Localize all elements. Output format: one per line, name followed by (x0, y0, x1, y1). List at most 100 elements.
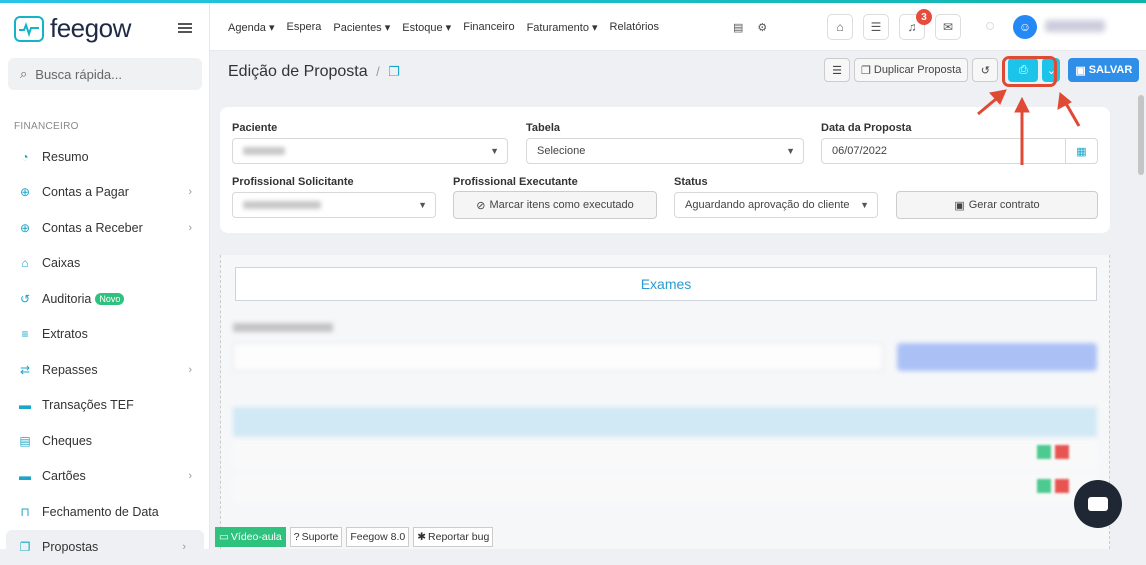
status-value: Aguardando aprovação do cliente (685, 199, 850, 211)
card-icon: ▬ (18, 398, 32, 412)
chevron-right-icon: › (188, 364, 192, 376)
version-text: Feegow 8.0 (350, 531, 405, 543)
duplicate-label: Duplicar Proposta (874, 64, 961, 76)
blurred-red-action (1055, 479, 1069, 493)
paciente-value-blurred (243, 147, 285, 155)
database-icon[interactable]: ▤ (733, 21, 743, 34)
sidebar-item-label: Contas a Receber (42, 221, 143, 235)
nav-item-2[interactable]: Pacientes ▾ (333, 21, 390, 34)
settings-icon[interactable]: ⚙ (757, 21, 767, 34)
duplicate-proposal-button[interactable]: ❐Duplicar Proposta (854, 58, 968, 82)
status-select[interactable]: Aguardando aprovação do cliente ▼ (674, 192, 878, 218)
list-button[interactable]: ☰ (824, 58, 850, 82)
sidebar-item-label: Resumo (42, 150, 89, 164)
sidebar-item-contas-a-receber[interactable]: ⊕Contas a Receber› (0, 210, 210, 246)
sidebar-item-repasses[interactable]: ⇄Repasses› (0, 352, 210, 388)
sidebar-item-fechamento-de-data[interactable]: ⊓ Fechamento de Data (0, 494, 210, 530)
user-avatar[interactable]: ☺ (1013, 15, 1037, 39)
check-circle-icon: ⊘ (476, 199, 485, 212)
history-icon: ↺ (981, 64, 990, 77)
cheque-icon: ▤ (18, 434, 32, 448)
report-bug-button[interactable]: ✱Reportar bug (413, 527, 493, 547)
prof-solicitante-select[interactable]: ▼ (232, 192, 436, 218)
chat-icon[interactable]: ✉ (935, 14, 961, 40)
data-label: Data da Proposta (821, 122, 911, 134)
new-badge: Novo (95, 293, 124, 305)
quick-search[interactable]: ⌕ Busca rápida... (8, 58, 202, 90)
chevron-down-icon: ▼ (860, 200, 869, 210)
mark-executed-button[interactable]: ⊘Marcar itens como executado (453, 191, 657, 219)
sidebar-item-auditoria[interactable]: ↺AuditoriaNovo (0, 281, 210, 317)
generate-contract-label: Gerar contrato (969, 199, 1040, 211)
sidebar-item-label: Contas a Pagar (42, 185, 129, 199)
inbox-icon[interactable]: ⌂ (827, 14, 853, 40)
list-icon: ≡ (18, 327, 32, 341)
card-icon: ▬ (18, 469, 32, 483)
blurred-green-action (1037, 445, 1051, 459)
logo-heart-icon (14, 16, 44, 42)
sidebar-item-label: Propostas (42, 540, 98, 554)
topbar: Agenda ▾ Espera Pacientes ▾ Estoque ▾ Financ… (210, 3, 1146, 51)
nav-item-6[interactable]: Relatórios (610, 21, 660, 34)
save-button[interactable]: ▣SALVAR (1068, 58, 1139, 82)
blurred-procedure-input (233, 343, 883, 371)
nav-item-5[interactable]: Faturamento ▾ (527, 21, 598, 34)
copy-icon[interactable]: ❐ (388, 64, 400, 79)
bottom-toolbar: ▭Vídeo-aula ?Suporte Feegow 8.0 ✱Reporta… (215, 527, 493, 547)
support-button[interactable]: ?Suporte (290, 527, 343, 547)
history-button[interactable]: ↺ (972, 58, 998, 82)
menu-toggle-icon[interactable] (178, 23, 192, 33)
sidebar-item-transa-es-tef[interactable]: ▬Transações TEF (0, 388, 210, 424)
tab-exames[interactable]: Exames (235, 267, 1097, 301)
generate-contract-button[interactable]: ▣ Gerar contrato (896, 191, 1098, 219)
sidebar-item-label: Fechamento de Data (42, 505, 159, 519)
blurred-table-row (233, 441, 1097, 469)
nav-item-0[interactable]: Agenda ▾ (228, 21, 275, 34)
data-proposta-input[interactable]: 06/07/2022▦ (821, 138, 1098, 164)
video-lesson-button[interactable]: ▭Vídeo-aula (215, 527, 286, 547)
help-icon: ? (294, 531, 300, 543)
sidebar-item-caixas[interactable]: ⌂Caixas (0, 246, 210, 282)
main-nav: Agenda ▾ Espera Pacientes ▾ Estoque ▾ Financ… (228, 21, 659, 34)
chat-widget-button[interactable] (1074, 480, 1122, 528)
logo[interactable]: feegow (14, 13, 131, 44)
copy-icon: ❐ (861, 64, 871, 77)
paciente-label: Paciente (232, 122, 277, 134)
page-title-text: Edição de Proposta (228, 63, 368, 80)
page-scrollbar[interactable] (1138, 95, 1144, 175)
list-icon: ☰ (832, 64, 842, 77)
history-icon: ↺ (18, 292, 32, 306)
page-header: Edição de Proposta / ❐ ☰ ❐Duplicar Propo… (210, 52, 1146, 92)
print-highlight-box (1002, 56, 1057, 87)
breadcrumb-separator: / (376, 64, 380, 79)
nav-item-4[interactable]: Financeiro (463, 21, 514, 34)
sidebar: feegow ⌕ Busca rápida... FINANCEIRO ◔Res… (0, 3, 210, 549)
notification-badge: 3 (916, 9, 932, 25)
logo-text: feegow (50, 13, 131, 44)
chevron-right-icon: › (188, 186, 192, 198)
sidebar-item-contas-a-pagar[interactable]: ⊕Contas a Pagar› (0, 175, 210, 211)
sidebar-item-resumo[interactable]: ◔Resumo (0, 139, 210, 175)
tabela-value: Selecione (537, 145, 585, 157)
tabela-select[interactable]: Selecione▼ (526, 138, 804, 164)
blurred-add-button (897, 343, 1097, 371)
arrow-down-circle-icon: ⊕ (18, 221, 32, 235)
version-label: Feegow 8.0 (346, 527, 409, 547)
prof-executante-label: Profissional Executante (453, 176, 578, 188)
tasks-icon[interactable]: ☰ (863, 14, 889, 40)
nav-item-3[interactable]: Estoque ▾ (402, 21, 451, 34)
arrow-left-head (990, 90, 1006, 104)
sidebar-menu: ◔Resumo⊕Contas a Pagar›⊕Contas a Receber… (0, 139, 210, 565)
sidebar-item-cart-es[interactable]: ▬Cartões› (0, 459, 210, 495)
calendar-icon[interactable]: ▦ (1065, 139, 1097, 163)
save-icon: ▣ (1075, 64, 1085, 77)
sidebar-item-propostas[interactable]: ❐Propostas› (6, 530, 204, 565)
notifications-bell-icon[interactable]: ♫3 (899, 14, 925, 40)
paciente-select[interactable]: ▼ (232, 138, 508, 164)
contract-icon: ▣ (954, 199, 964, 212)
lock-icon: ⊓ (18, 505, 32, 519)
chevron-right-icon: › (188, 470, 192, 482)
nav-item-1[interactable]: Espera (287, 21, 322, 34)
sidebar-item-extratos[interactable]: ≡Extratos (0, 317, 210, 353)
sidebar-item-cheques[interactable]: ▤Cheques (0, 423, 210, 459)
